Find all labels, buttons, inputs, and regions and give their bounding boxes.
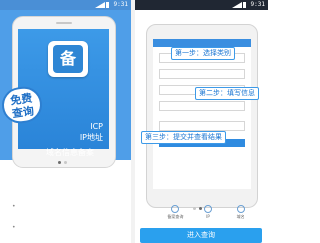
step2-callout: 第二步：填写信息 xyxy=(195,87,259,100)
page-indicator xyxy=(58,161,67,164)
phone-screen: 备案查询 IP 域名 xyxy=(153,39,251,219)
bullet-item: • xyxy=(12,224,16,231)
app-icon-glyph: 备 xyxy=(53,45,83,73)
page-dot-active[interactable] xyxy=(199,207,202,210)
promo-banner: 备 ICP IP地址 免费 查询 域名信息备案 xyxy=(0,10,131,168)
battery-icon xyxy=(243,2,246,8)
feature-list: ICP IP地址 xyxy=(80,121,103,143)
bullet-item: • xyxy=(12,203,16,210)
tab-label: 域名 xyxy=(236,214,245,219)
bullet-list: • • xyxy=(12,196,16,238)
tab-record-query[interactable]: 备案查询 xyxy=(163,205,187,219)
battery-icon xyxy=(106,2,109,8)
captcha-input[interactable] xyxy=(159,121,245,131)
tab-domain[interactable]: 域名 xyxy=(229,205,253,219)
step1-callout: 第一步：选择类别 xyxy=(171,47,235,60)
globe-icon xyxy=(203,205,212,213)
page-dot[interactable] xyxy=(64,161,67,164)
status-bar: 9:31 xyxy=(0,0,131,10)
tab-label: 备案查询 xyxy=(167,214,184,219)
left-panel: 9:31 备 ICP IP地址 免费 查询 域名信息备案 • • xyxy=(0,0,131,243)
phone-frame: 备 ICP IP地址 免费 查询 域名信息备案 xyxy=(0,16,116,168)
signal-icon xyxy=(232,2,242,8)
tab-bar: 备案查询 IP 域名 xyxy=(159,205,257,219)
banner-caption: 域名信息备案 xyxy=(46,148,94,157)
domain-icon xyxy=(236,205,245,213)
tutorial-background: 备案查询 IP 域名 第一步：选择类别 第二步：填写信息 第三步：提交并查看结果 xyxy=(135,10,268,243)
query-input[interactable] xyxy=(159,101,245,111)
page-dot-active[interactable] xyxy=(58,161,61,164)
step3-callout: 第三步：提交并查看结果 xyxy=(141,131,226,144)
status-time: 9:31 xyxy=(250,1,265,8)
app-icon: 备 xyxy=(48,41,88,77)
page-dot[interactable] xyxy=(193,207,196,210)
status-time: 9:31 xyxy=(113,1,128,8)
page-indicator xyxy=(193,207,202,210)
feature-icp: ICP xyxy=(90,122,103,131)
right-panel: 9:31 备案查询 IP 域名 第一步：选择类别 第二步：填写信息 第三步：提交… xyxy=(135,0,268,243)
status-bar: 9:31 xyxy=(135,0,268,10)
query-input[interactable] xyxy=(159,69,245,79)
search-icon xyxy=(171,205,180,213)
speaker-slot xyxy=(56,22,72,24)
enter-query-button[interactable]: 进入查询 xyxy=(140,228,262,243)
signal-icon xyxy=(95,2,105,8)
feature-ip: IP地址 xyxy=(79,133,103,142)
screen-header xyxy=(153,39,251,47)
tab-label: IP xyxy=(206,214,210,219)
